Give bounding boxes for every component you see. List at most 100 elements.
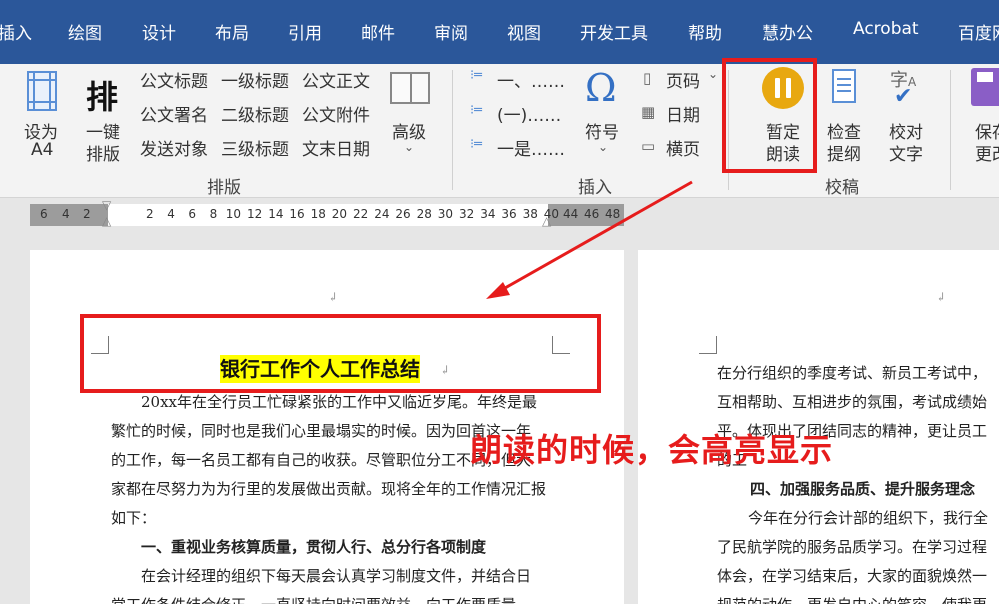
numbered-list-icon: ⁝═ (470, 137, 482, 152)
ruler-tick: 2 (83, 207, 91, 221)
list-level1-label: 一、…… (497, 72, 565, 92)
body-line: 了民航学院的服务品质学习。在学习过程 (717, 538, 988, 556)
outline-label: 提纲 (827, 145, 861, 165)
page-a4-icon (27, 71, 57, 111)
section-heading: 一、重视业务核算质量，贯彻人行、总分行各项制度 (141, 538, 487, 556)
group-divider (950, 70, 951, 190)
ruler-tick: 48 (605, 207, 621, 221)
body-line: 互相帮助、互相进步的氛围，考试成绩始 (717, 393, 988, 411)
ruler-tick: 44 (563, 207, 579, 221)
list-level3-label: 一是…… (497, 140, 565, 160)
tab-huibangong[interactable]: 慧办公 (762, 19, 813, 44)
group-label-jiaogao: 校稿 (825, 178, 859, 198)
tab-baidu[interactable]: 百度网 (958, 19, 999, 44)
section-heading: 四、加强服务品质、提升服务理念 (750, 480, 976, 498)
group-divider (452, 70, 453, 190)
style-level1-title[interactable]: 一级标题 (221, 67, 289, 92)
body-line: 家都在尽努力为为行里的发展做出贡献。现将全年的工作情况汇报 (111, 480, 547, 498)
ruler-tick: 12 (247, 207, 263, 221)
body-line: 体会，在学习结束后，大家的面貌焕然一 (717, 567, 988, 585)
menu-bar: 插入 绘图 设计 布局 引用 邮件 审阅 视图 开发工具 帮助 慧办公 Acro… (0, 0, 999, 64)
ruler-tick: 46 (584, 207, 600, 221)
ruler-tick: 10 (225, 207, 242, 221)
body-line: 规范的动作，更发自内心的笑容，使我更 (717, 594, 987, 604)
chevron-down-icon: ⌄ (598, 140, 609, 154)
ruler-tick: 28 (416, 207, 432, 221)
paragraph-mark: ↲ (936, 290, 947, 304)
list-level2-label: (一)…… (497, 106, 562, 126)
typeset-glyph-icon: 排 (86, 78, 119, 116)
ruler-tick: 24 (374, 207, 390, 221)
omega-icon: Ω (585, 66, 617, 110)
ruler-tick: 16 (289, 207, 305, 221)
style-signature[interactable]: 公文署名 (140, 101, 208, 126)
ruler-tick: 18 (310, 207, 326, 221)
body-line: 繁忙的时候，同时也是我们心里最塌实的时候。因为回首这一年 (111, 422, 532, 440)
ruler-tick: 6 (40, 207, 48, 221)
ruler-tick: 22 (353, 207, 369, 221)
horizontal-ruler[interactable]: 6 4 2 2 4 6 8 10 12 14 16 18 20 22 24 26 28 30 32 34 36 38… (30, 198, 624, 230)
style-level3-title[interactable]: 三级标题 (221, 135, 289, 160)
ruler-tick: 34 (480, 207, 496, 221)
text-label: 文字 (889, 145, 923, 165)
pause-highlight-box (722, 58, 817, 173)
ruler-tick: 36 (501, 207, 517, 221)
document-check-icon (832, 69, 856, 103)
tab-draw[interactable]: 绘图 (68, 19, 102, 44)
style-level2-title[interactable]: 二级标题 (221, 101, 289, 126)
landscape-page-icon: ▭ (641, 137, 656, 155)
tab-developer[interactable]: 开发工具 (580, 19, 648, 44)
page-number-label: 页码 (666, 72, 700, 92)
advanced-layout-icon (390, 72, 430, 104)
tab-mailings[interactable]: 邮件 (361, 19, 395, 44)
annotation-text: 朗读的时候，会高亮显示 (470, 431, 834, 469)
body-line: 20xx年在全行员工忙碌紧张的工作中又临近岁尾。年终是最 (141, 393, 538, 411)
hanging-indent-icon[interactable]: △ (102, 214, 111, 228)
title-highlight-box (80, 314, 601, 393)
style-recipient[interactable]: 发送对象 (140, 135, 208, 160)
ruler-tick: 14 (268, 207, 284, 221)
date-label: 日期 (666, 106, 700, 126)
body-line: 常工作条件结合修正，一直坚持向时间要效益，向工作要质量 (111, 594, 516, 604)
first-line-indent-icon[interactable]: ▽ (102, 198, 111, 212)
style-attachment[interactable]: 公文附件 (302, 101, 370, 126)
checkmark-icon: ✔ (894, 84, 913, 109)
typeset-label: 排版 (86, 145, 120, 165)
style-gongwen-title[interactable]: 公文标题 (140, 67, 208, 92)
tab-view[interactable]: 视图 (507, 19, 541, 44)
body-line: 在会计经理的组织下每天晨会认真学习制度文件，并结合日 (141, 567, 532, 585)
tab-insert[interactable]: 插入 (0, 19, 32, 44)
change-label: 更改 (975, 145, 999, 165)
chevron-down-icon: ⌄ (708, 67, 719, 81)
style-end-date[interactable]: 文末日期 (302, 135, 370, 160)
chevron-down-icon: ⌄ (404, 140, 415, 154)
body-line: 今年在分行会计部的组织下，我行全 (748, 509, 989, 527)
ruler-tick: 30 (437, 207, 454, 221)
ruler-tick: 38 (522, 207, 538, 221)
tab-help[interactable]: 帮助 (688, 19, 722, 44)
calendar-icon: ▦ (641, 103, 656, 121)
right-indent-icon[interactable]: △ (542, 214, 551, 228)
tab-design[interactable]: 设计 (142, 19, 176, 44)
tab-acrobat[interactable]: Acrobat (853, 19, 919, 39)
ruler-tick: 6 (188, 207, 197, 221)
numbered-list-icon: ⁝═ (470, 103, 482, 118)
paragraph-mark: ↲ (328, 290, 339, 304)
body-line: 如下： (111, 509, 157, 527)
tab-review[interactable]: 审阅 (434, 19, 468, 44)
body-line: 的工作，每一名员工都有自己的收获。尽管职位分工不同，但大 (111, 451, 532, 469)
ruler-tick: 20 (331, 207, 348, 221)
ruler-tick: 4 (167, 207, 175, 221)
save-icon (971, 68, 999, 106)
tab-references[interactable]: 引用 (288, 19, 322, 44)
page-number-icon: ▯ (643, 69, 652, 87)
crop-mark (699, 336, 717, 354)
numbered-list-icon: ⁝═ (470, 68, 482, 83)
landscape-label: 横页 (666, 140, 700, 160)
style-gongwen-body[interactable]: 公文正文 (302, 67, 370, 92)
group-label-paiban: 排版 (207, 178, 241, 198)
tab-layout[interactable]: 布局 (215, 19, 249, 44)
ruler-tick: 2 (146, 207, 154, 221)
group-label-insert: 插入 (578, 178, 612, 198)
ruler-tick: 32 (459, 207, 475, 221)
